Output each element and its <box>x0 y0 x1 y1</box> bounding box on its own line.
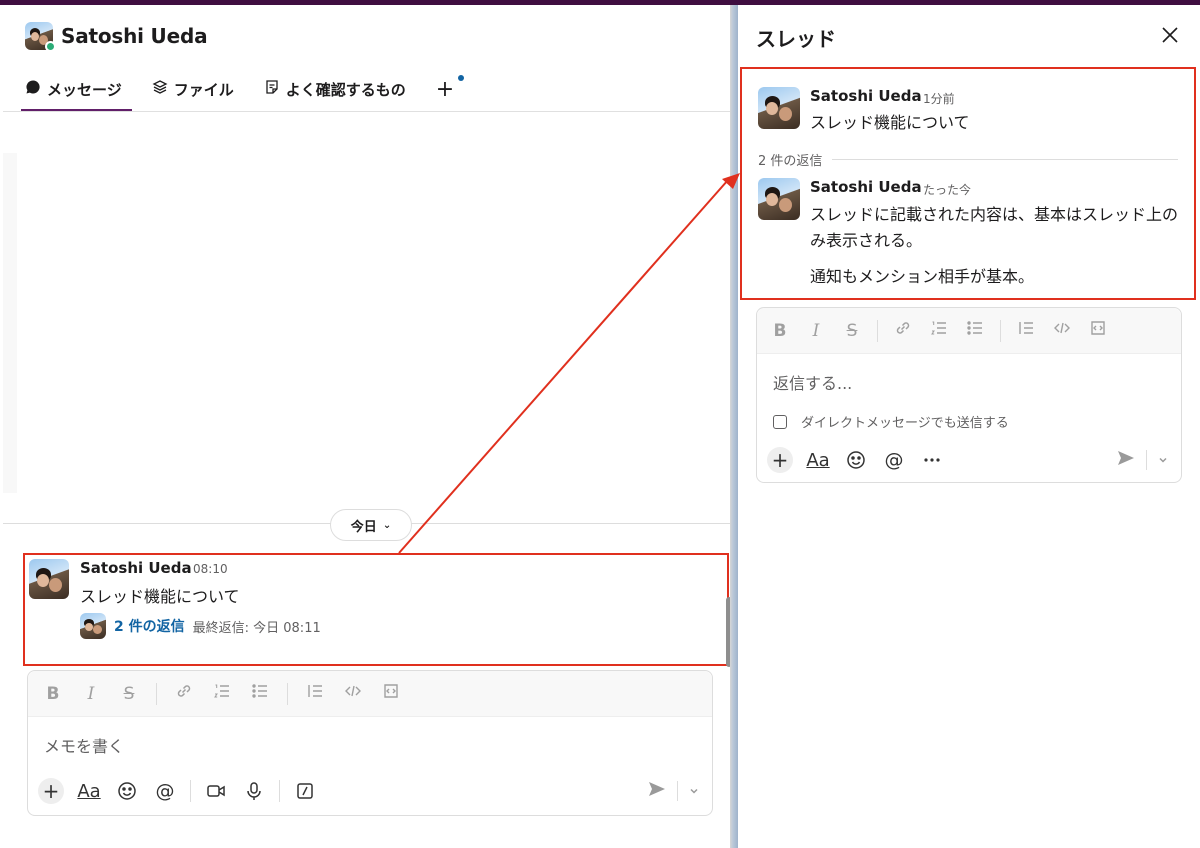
format-toolbar: B I S <box>757 308 1181 354</box>
tab-bookmarks[interactable]: よく確認するもの <box>260 71 410 107</box>
chevron-down-icon[interactable] <box>688 782 700 801</box>
bold-button[interactable]: B <box>42 684 64 704</box>
reply-composer: B I S 返信する... ダイレクトメッセージでも送信する + Aa @ <box>756 307 1182 483</box>
page-title: Satoshi Ueda <box>61 24 208 48</box>
ordered-list-icon[interactable] <box>211 682 233 705</box>
code-block-icon[interactable] <box>1087 319 1109 342</box>
reply-input[interactable]: 返信する... <box>773 370 852 394</box>
reply-text-2: 通知もメンション相手が基本。 <box>810 267 1035 286</box>
text-format-icon[interactable]: Aa <box>76 778 102 804</box>
code-icon[interactable] <box>342 682 364 705</box>
app-window: Satoshi Ueda メッセージ ファイル よく確認するもの + 今日 ⌄ … <box>0 5 1200 848</box>
send-separator <box>1146 450 1147 470</box>
tab-files[interactable]: ファイル <box>148 71 238 107</box>
italic-button[interactable]: I <box>805 321 827 341</box>
composer-actions: + Aa @ <box>767 444 1169 476</box>
italic-button[interactable]: I <box>80 684 102 704</box>
reply-timestamp[interactable]: たった今 <box>923 181 971 198</box>
reply-count-link[interactable]: 2 件の返信 <box>114 616 185 636</box>
send-controls <box>647 779 700 803</box>
mention-icon[interactable]: @ <box>881 447 907 473</box>
bullet-list-icon[interactable] <box>249 682 271 705</box>
send-icon[interactable] <box>1116 448 1136 472</box>
replies-divider: 2 件の返信 <box>758 150 1178 169</box>
toolbar-separator <box>190 780 191 802</box>
send-separator <box>677 781 678 801</box>
dm-option[interactable]: ダイレクトメッセージでも送信する <box>773 412 1009 431</box>
microphone-icon[interactable] <box>241 778 267 804</box>
plus-icon[interactable]: + <box>38 778 64 804</box>
canvas-icon <box>264 79 280 99</box>
blockquote-icon[interactable] <box>304 682 326 705</box>
bold-button[interactable]: B <box>769 321 791 341</box>
bullet-list-icon[interactable] <box>964 319 986 342</box>
parent-avatar[interactable] <box>758 87 800 129</box>
thread-highlight: Satoshi Ueda 1分前 スレッド機能について 2 件の返信 Satos… <box>740 67 1196 300</box>
message-timestamp[interactable]: 08:10 <box>193 562 228 576</box>
strikethrough-button[interactable]: S <box>841 321 863 341</box>
message-text: スレッド機能について <box>80 587 240 606</box>
blockquote-icon[interactable] <box>1015 319 1037 342</box>
link-icon[interactable] <box>892 319 914 342</box>
reply-text: スレッドに記載された内容は、基本はスレッド上のみ表示される。 <box>810 205 1179 250</box>
reply-avatar <box>80 613 106 639</box>
toolbar-separator <box>156 682 157 705</box>
mention-icon[interactable]: @ <box>152 778 178 804</box>
parent-author[interactable]: Satoshi Ueda <box>810 87 922 105</box>
composer-actions: + Aa @ <box>38 775 700 807</box>
code-icon[interactable] <box>1051 319 1073 342</box>
toolbar-separator <box>877 319 878 342</box>
reply-author[interactable]: Satoshi Ueda <box>810 178 922 196</box>
thread-panel: スレッド Satoshi Ueda 1分前 スレッド機能について 2 件の返信 <box>738 5 1200 848</box>
strikethrough-button[interactable]: S <box>118 684 140 704</box>
thread-replies-summary[interactable]: 2 件の返信 最終返信: 今日 08:11 <box>80 613 321 639</box>
dm-checkbox[interactable] <box>773 414 787 429</box>
link-icon[interactable] <box>173 682 195 705</box>
toolbar-separator <box>287 682 288 705</box>
chevron-down-icon[interactable] <box>1157 451 1169 470</box>
send-controls <box>1116 448 1169 472</box>
message-input[interactable]: メモを書く <box>44 733 124 757</box>
message-composer: B I S メモを書く + Aa @ <box>27 670 713 816</box>
dm-pane: Satoshi Ueda メッセージ ファイル よく確認するもの + 今日 ⌄ … <box>3 5 732 848</box>
more-icon[interactable] <box>919 447 945 473</box>
toolbar-separator <box>1000 319 1001 342</box>
format-toolbar: B I S <box>28 671 712 717</box>
add-tab-button[interactable]: + <box>432 71 465 107</box>
toolbar-separator <box>279 780 280 802</box>
emoji-icon[interactable] <box>114 778 140 804</box>
close-icon[interactable] <box>1158 23 1182 47</box>
pane-divider[interactable] <box>730 5 738 848</box>
dm-header[interactable]: Satoshi Ueda <box>25 21 208 52</box>
message-highlight: Satoshi Ueda 08:10 スレッド機能について 2 件の返信 最終返… <box>23 553 729 666</box>
layers-icon <box>152 79 168 99</box>
day-divider-button[interactable]: 今日 ⌄ <box>330 509 412 541</box>
ordered-list-icon[interactable] <box>928 319 950 342</box>
tab-bar: メッセージ ファイル よく確認するもの + <box>21 71 465 111</box>
tab-divider <box>3 111 730 112</box>
scroll-gutter <box>3 153 17 493</box>
tab-messages[interactable]: メッセージ <box>21 71 132 111</box>
send-icon[interactable] <box>647 779 667 803</box>
emoji-icon[interactable] <box>843 447 869 473</box>
presence-indicator <box>45 41 56 52</box>
last-reply-info: 最終返信: 今日 08:11 <box>192 620 321 636</box>
message-avatar[interactable] <box>29 559 69 599</box>
text-format-icon[interactable]: Aa <box>805 447 831 473</box>
plus-icon[interactable]: + <box>767 447 793 473</box>
message-author[interactable]: Satoshi Ueda <box>80 559 192 577</box>
message-icon <box>25 79 41 99</box>
chevron-down-icon: ⌄ <box>382 519 392 531</box>
notification-dot <box>458 75 465 81</box>
slash-command-icon[interactable] <box>292 778 318 804</box>
thread-panel-title: スレッド <box>756 27 836 51</box>
parent-text: スレッド機能について <box>810 113 970 132</box>
parent-timestamp[interactable]: 1分前 <box>923 90 955 107</box>
video-icon[interactable] <box>203 778 229 804</box>
code-block-icon[interactable] <box>380 682 402 705</box>
reply-avatar[interactable] <box>758 178 800 220</box>
